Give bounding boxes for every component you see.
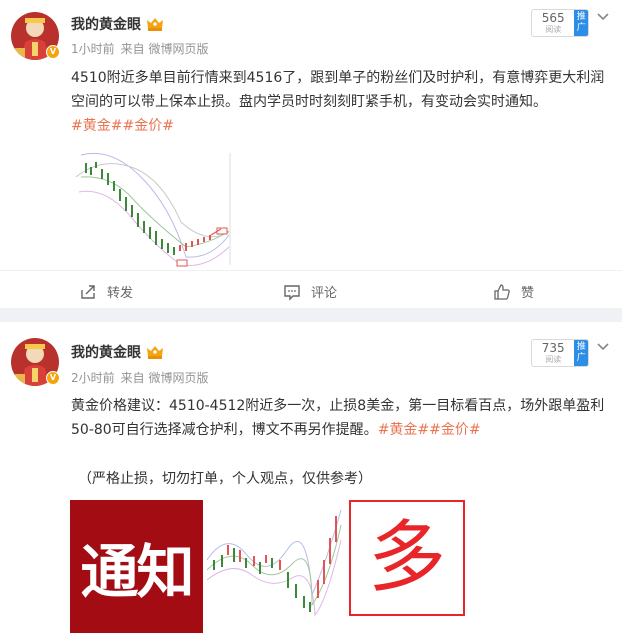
promo-box[interactable]: 565 阅读 推广 — [531, 9, 589, 37]
like-button[interactable]: 赞 — [493, 282, 534, 301]
post-time[interactable]: 1小时前 — [71, 42, 115, 56]
repost-icon — [81, 284, 95, 299]
comment-icon — [284, 284, 300, 301]
post-time[interactable]: 2小时前 — [71, 371, 115, 385]
chart-thumbnail[interactable] — [71, 147, 236, 273]
author-label[interactable]: 我的黄金眼 — [71, 342, 141, 362]
notice-text: 通知 — [80, 537, 194, 606]
post-meta: 1小时前 来自 微博网页版 — [71, 40, 208, 57]
post-card-1: V 我的黄金眼 1小时前 来自 微博网页版 565 阅读 推广 4510附近多单目… — [0, 0, 622, 308]
hashtag-link[interactable]: #黄金##金价# — [378, 422, 481, 438]
long-signal-image[interactable]: 多 — [349, 500, 465, 616]
post-source: 来自 微博网页版 — [120, 371, 209, 385]
crown-icon — [147, 346, 163, 359]
post-card-2: V 我的黄金眼 2小时前 来自 微博网页版 735 阅读 推广 黄金价格建议：45… — [0, 322, 622, 641]
verified-icon: V — [46, 371, 60, 385]
chevron-down-icon[interactable] — [596, 342, 610, 352]
author-label[interactable]: 我的黄金眼 — [71, 14, 141, 34]
promo-box[interactable]: 735 阅读 推广 — [531, 339, 589, 367]
post-text: 4510附近多单目前行情来到4516了，跟到单子的粉丝们及时护利，有意博弈更大利… — [71, 70, 605, 134]
post-text: 黄金价格建议：4510-4512附近多一次，止损8美金，第一目标看百点，场外跟单… — [71, 398, 605, 438]
chart-thumbnail[interactable] — [206, 500, 345, 633]
long-signal-text: 多 — [367, 513, 446, 603]
author-name[interactable]: 我的黄金眼 — [71, 342, 164, 362]
action-bar: 转发 评论 赞 — [0, 270, 622, 308]
post-source: 来自 微博网页版 — [120, 42, 209, 56]
repost-button[interactable]: 转发 — [79, 282, 133, 301]
notice-image[interactable]: 通知 — [70, 500, 203, 633]
hashtag-link[interactable]: #黄金##金价# — [71, 118, 174, 134]
verified-icon: V — [46, 45, 60, 59]
like-icon — [494, 283, 510, 300]
read-count: 735 阅读 — [541, 341, 565, 365]
author-name[interactable]: 我的黄金眼 — [71, 14, 164, 34]
crown-icon — [147, 18, 163, 31]
repost-label[interactable]: 转发 — [107, 282, 133, 301]
comment-label[interactable]: 评论 — [311, 282, 337, 301]
read-count: 565 阅读 — [541, 11, 565, 35]
post-meta: 2小时前 来自 微博网页版 — [71, 369, 208, 386]
comment-button[interactable]: 评论 — [283, 282, 337, 301]
chevron-down-icon[interactable] — [596, 12, 610, 22]
promote-button[interactable]: 推广 — [574, 340, 588, 366]
disclaimer-note: （严格止损，切勿打单，个人观点，仅供参考） — [78, 471, 372, 487]
like-label[interactable]: 赞 — [521, 282, 534, 301]
promote-button[interactable]: 推广 — [574, 10, 588, 36]
